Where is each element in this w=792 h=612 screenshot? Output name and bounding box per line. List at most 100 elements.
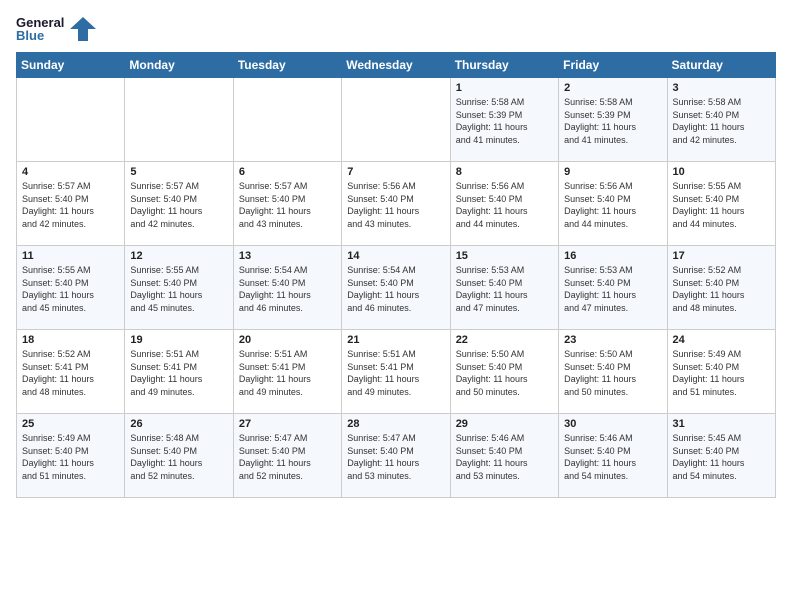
calendar-cell: 8 Sunrise: 5:56 AM Sunset: 5:40 PM Daylig… xyxy=(450,162,558,246)
calendar-week-5: 25 Sunrise: 5:49 AM Sunset: 5:40 PM Dayli… xyxy=(17,414,776,498)
calendar-cell: 21Sunrise: 5:51 AM Sunset: 5:41 PM Dayli… xyxy=(342,330,450,414)
day-info: Sunrise: 5:53 AM Sunset: 5:40 PM Dayligh… xyxy=(456,264,553,314)
day-info: Sunrise: 5:56 AM Sunset: 5:40 PM Dayligh… xyxy=(347,180,444,230)
calendar-cell: 30Sunrise: 5:46 AM Sunset: 5:40 PM Dayli… xyxy=(559,414,667,498)
day-info: Sunrise: 5:51 AM Sunset: 5:41 PM Dayligh… xyxy=(347,348,444,398)
day-number: 15 xyxy=(456,250,553,262)
day-info: Sunrise: 5:46 AM Sunset: 5:40 PM Dayligh… xyxy=(456,432,553,482)
calendar-cell: 3 Sunrise: 5:58 AM Sunset: 5:40 PM Daylig… xyxy=(667,78,775,162)
calendar-week-2: 4 Sunrise: 5:57 AM Sunset: 5:40 PM Daylig… xyxy=(17,162,776,246)
day-info: Sunrise: 5:57 AM Sunset: 5:40 PM Dayligh… xyxy=(239,180,336,230)
calendar-cell: 23 Sunrise: 5:50 AM Sunset: 5:40 PM Dayli… xyxy=(559,330,667,414)
day-info: Sunrise: 5:48 AM Sunset: 5:40 PM Dayligh… xyxy=(130,432,227,482)
day-number: 17 xyxy=(673,250,770,262)
day-info: Sunrise: 5:55 AM Sunset: 5:40 PM Dayligh… xyxy=(22,264,119,314)
calendar-cell: 2 Sunrise: 5:58 AM Sunset: 5:39 PM Daylig… xyxy=(559,78,667,162)
day-info: Sunrise: 5:54 AM Sunset: 5:40 PM Dayligh… xyxy=(347,264,444,314)
day-info: Sunrise: 5:51 AM Sunset: 5:41 PM Dayligh… xyxy=(239,348,336,398)
calendar-cell: 9 Sunrise: 5:56 AM Sunset: 5:40 PM Daylig… xyxy=(559,162,667,246)
calendar-cell: 13Sunrise: 5:54 AM Sunset: 5:40 PM Dayli… xyxy=(233,246,341,330)
day-info: Sunrise: 5:47 AM Sunset: 5:40 PM Dayligh… xyxy=(347,432,444,482)
day-info: Sunrise: 5:55 AM Sunset: 5:40 PM Dayligh… xyxy=(130,264,227,314)
day-number: 9 xyxy=(564,166,661,178)
calendar-cell: 27 Sunrise: 5:47 AM Sunset: 5:40 PM Dayli… xyxy=(233,414,341,498)
day-info: Sunrise: 5:54 AM Sunset: 5:40 PM Dayligh… xyxy=(239,264,336,314)
calendar-cell: 16Sunrise: 5:53 AM Sunset: 5:40 PM Dayli… xyxy=(559,246,667,330)
day-info: Sunrise: 5:58 AM Sunset: 5:39 PM Dayligh… xyxy=(564,96,661,146)
calendar-cell: 6Sunrise: 5:57 AM Sunset: 5:40 PM Daylig… xyxy=(233,162,341,246)
col-wednesday: Wednesday xyxy=(342,53,450,78)
day-number: 4 xyxy=(22,166,119,178)
day-number: 25 xyxy=(22,418,119,430)
day-info: Sunrise: 5:49 AM Sunset: 5:40 PM Dayligh… xyxy=(22,432,119,482)
day-info: Sunrise: 5:56 AM Sunset: 5:40 PM Dayligh… xyxy=(564,180,661,230)
calendar-cell: 17Sunrise: 5:52 AM Sunset: 5:40 PM Dayli… xyxy=(667,246,775,330)
calendar-cell: 5Sunrise: 5:57 AM Sunset: 5:40 PM Daylig… xyxy=(125,162,233,246)
day-number: 3 xyxy=(673,82,770,94)
calendar-cell xyxy=(342,78,450,162)
calendar-cell xyxy=(233,78,341,162)
day-info: Sunrise: 5:50 AM Sunset: 5:40 PM Dayligh… xyxy=(456,348,553,398)
day-number: 11 xyxy=(22,250,119,262)
col-thursday: Thursday xyxy=(450,53,558,78)
calendar-cell: 25 Sunrise: 5:49 AM Sunset: 5:40 PM Dayli… xyxy=(17,414,125,498)
day-number: 27 xyxy=(239,418,336,430)
calendar-table: Sunday Monday Tuesday Wednesday Thursday… xyxy=(16,52,776,498)
day-number: 24 xyxy=(673,334,770,346)
calendar-cell: 4 Sunrise: 5:57 AM Sunset: 5:40 PM Daylig… xyxy=(17,162,125,246)
calendar-cell: 18Sunrise: 5:52 AM Sunset: 5:41 PM Dayli… xyxy=(17,330,125,414)
calendar-cell: 15 Sunrise: 5:53 AM Sunset: 5:40 PM Dayli… xyxy=(450,246,558,330)
day-number: 8 xyxy=(456,166,553,178)
day-info: Sunrise: 5:51 AM Sunset: 5:41 PM Dayligh… xyxy=(130,348,227,398)
day-number: 26 xyxy=(130,418,227,430)
calendar-cell: 12 Sunrise: 5:55 AM Sunset: 5:40 PM Dayli… xyxy=(125,246,233,330)
day-number: 23 xyxy=(564,334,661,346)
calendar-cell: 10Sunrise: 5:55 AM Sunset: 5:40 PM Dayli… xyxy=(667,162,775,246)
day-number: 20 xyxy=(239,334,336,346)
calendar-week-1: 1 Sunrise: 5:58 AM Sunset: 5:39 PM Daylig… xyxy=(17,78,776,162)
day-number: 5 xyxy=(130,166,227,178)
day-info: Sunrise: 5:57 AM Sunset: 5:40 PM Dayligh… xyxy=(22,180,119,230)
calendar-cell: 1 Sunrise: 5:58 AM Sunset: 5:39 PM Daylig… xyxy=(450,78,558,162)
logo-arrow-icon xyxy=(70,16,96,42)
calendar-page: General Blue Sunday Monday Tuesday Wedne… xyxy=(0,0,792,612)
logo-blue: Blue xyxy=(16,29,64,42)
calendar-cell: 19Sunrise: 5:51 AM Sunset: 5:41 PM Dayli… xyxy=(125,330,233,414)
col-saturday: Saturday xyxy=(667,53,775,78)
day-number: 7 xyxy=(347,166,444,178)
calendar-cell: 14 Sunrise: 5:54 AM Sunset: 5:40 PM Dayli… xyxy=(342,246,450,330)
calendar-cell: 20 Sunrise: 5:51 AM Sunset: 5:41 PM Dayli… xyxy=(233,330,341,414)
day-info: Sunrise: 5:49 AM Sunset: 5:40 PM Dayligh… xyxy=(673,348,770,398)
day-number: 22 xyxy=(456,334,553,346)
calendar-cell: 7 Sunrise: 5:56 AM Sunset: 5:40 PM Daylig… xyxy=(342,162,450,246)
day-number: 12 xyxy=(130,250,227,262)
day-info: Sunrise: 5:50 AM Sunset: 5:40 PM Dayligh… xyxy=(564,348,661,398)
col-monday: Monday xyxy=(125,53,233,78)
day-info: Sunrise: 5:58 AM Sunset: 5:40 PM Dayligh… xyxy=(673,96,770,146)
calendar-header-row: Sunday Monday Tuesday Wednesday Thursday… xyxy=(17,53,776,78)
day-info: Sunrise: 5:45 AM Sunset: 5:40 PM Dayligh… xyxy=(673,432,770,482)
calendar-cell: 24 Sunrise: 5:49 AM Sunset: 5:40 PM Dayli… xyxy=(667,330,775,414)
day-info: Sunrise: 5:55 AM Sunset: 5:40 PM Dayligh… xyxy=(673,180,770,230)
day-info: Sunrise: 5:47 AM Sunset: 5:40 PM Dayligh… xyxy=(239,432,336,482)
day-info: Sunrise: 5:52 AM Sunset: 5:41 PM Dayligh… xyxy=(22,348,119,398)
calendar-cell: 31 Sunrise: 5:45 AM Sunset: 5:40 PM Dayli… xyxy=(667,414,775,498)
day-number: 1 xyxy=(456,82,553,94)
col-tuesday: Tuesday xyxy=(233,53,341,78)
calendar-cell: 26 Sunrise: 5:48 AM Sunset: 5:40 PM Dayli… xyxy=(125,414,233,498)
day-number: 14 xyxy=(347,250,444,262)
day-info: Sunrise: 5:53 AM Sunset: 5:40 PM Dayligh… xyxy=(564,264,661,314)
day-info: Sunrise: 5:56 AM Sunset: 5:40 PM Dayligh… xyxy=(456,180,553,230)
day-number: 2 xyxy=(564,82,661,94)
day-info: Sunrise: 5:58 AM Sunset: 5:39 PM Dayligh… xyxy=(456,96,553,146)
calendar-cell xyxy=(17,78,125,162)
day-number: 28 xyxy=(347,418,444,430)
day-number: 29 xyxy=(456,418,553,430)
calendar-cell: 29 Sunrise: 5:46 AM Sunset: 5:40 PM Dayli… xyxy=(450,414,558,498)
calendar-week-4: 18Sunrise: 5:52 AM Sunset: 5:41 PM Dayli… xyxy=(17,330,776,414)
day-number: 30 xyxy=(564,418,661,430)
logo: General Blue xyxy=(16,16,96,42)
calendar-cell: 22 Sunrise: 5:50 AM Sunset: 5:40 PM Dayli… xyxy=(450,330,558,414)
page-header: General Blue xyxy=(16,16,776,42)
day-number: 31 xyxy=(673,418,770,430)
